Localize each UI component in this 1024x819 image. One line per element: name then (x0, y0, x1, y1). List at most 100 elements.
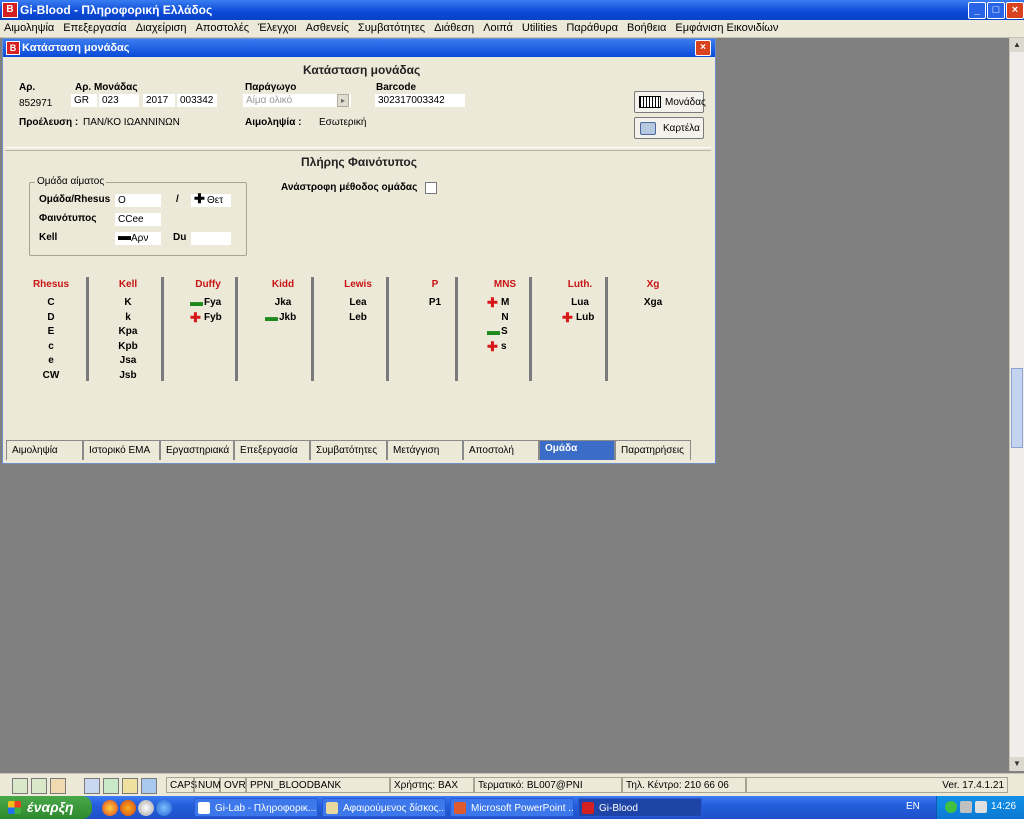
taskbar-item-removable-disk[interactable]: Αφαιρούμενος δίσκος... (322, 798, 446, 817)
menu-item-diaxeirisi[interactable]: Διαχείριση (132, 20, 192, 37)
start-label: έναρξη (27, 799, 74, 815)
unit-number-field[interactable]: 003342 (177, 94, 217, 107)
tab-ergastiriaka[interactable]: Εργαστηριακά (160, 440, 234, 460)
monadas-button[interactable]: Μονάδας (634, 91, 706, 113)
tray-icon-1[interactable] (945, 801, 957, 813)
antigen-name: c (48, 340, 54, 352)
unit-country-field[interactable]: GR (71, 94, 97, 107)
menu-item-voitheia[interactable]: Βοήθεια (623, 20, 671, 37)
antigen-name: k (125, 311, 131, 323)
scroll-down-icon[interactable]: ▼ (1010, 757, 1024, 771)
tab-paratiriseis[interactable]: Παρατηρήσεις (615, 440, 691, 460)
antigen-name: Lea (349, 297, 367, 308)
omada-field[interactable]: O (115, 194, 161, 207)
rhesus-field[interactable]: ✚ Θετ (191, 191, 231, 207)
internet-explorer-icon[interactable] (156, 800, 172, 816)
antigen-group-header: Kidd (271, 279, 295, 290)
antigen-name: N (501, 311, 509, 323)
toolbar-icon-4[interactable] (84, 778, 100, 794)
antigen-name: Lua (571, 297, 589, 308)
menu-item-loipa[interactable]: Λοιπά (479, 20, 518, 37)
minus-icon: ▬ (487, 323, 500, 338)
tab-omada[interactable]: Ομάδα (539, 440, 615, 460)
omada-label: Ομάδα/Rhesus (39, 194, 111, 205)
scroll-up-icon[interactable]: ▲ (1010, 38, 1024, 52)
toolbar-icon-5[interactable] (103, 778, 119, 794)
antigen-group-header: P (431, 279, 439, 290)
tab-aimolipsia[interactable]: Αιμοληψία (6, 440, 83, 460)
fainotypos-field[interactable]: CCee (115, 213, 161, 226)
browser-icon[interactable] (141, 778, 157, 794)
divider (5, 147, 711, 151)
kartela-button[interactable]: Καρτέλα (634, 117, 704, 139)
scrollbar-thumb[interactable] (1011, 368, 1023, 448)
child-title: Κατάσταση μονάδας (22, 42, 130, 54)
language-indicator[interactable]: EN (906, 801, 920, 812)
toolbar-icon-6[interactable] (122, 778, 138, 794)
antigen-item: E (21, 326, 81, 340)
paragogo-field[interactable]: Αίμα ολικό (243, 94, 351, 107)
kell-field[interactable]: ▬ Αρν (115, 229, 161, 245)
tab-epexergasia[interactable]: Επεξεργασία (234, 440, 310, 460)
user-status: Χρήστης: BAX (390, 777, 474, 793)
barcode-field[interactable]: 302317003342 (375, 94, 465, 107)
antigen-panel: Rhesus C D Ec e CW Kell Kk Kpa Kpb Jsa Jsb Duffy ▬ Fya… (3, 275, 715, 385)
tab-symvatotites[interactable]: Συμβατότητες (310, 440, 387, 460)
vertical-scrollbar[interactable]: ▲ ▼ (1009, 38, 1024, 771)
antigen-item: D (21, 312, 81, 326)
maximize-icon[interactable]: □ (987, 2, 1005, 19)
antigen-item: Kpa (98, 326, 158, 340)
menu-item-astheneis[interactable]: Ασθενείς (302, 20, 354, 37)
quick-launch-icon[interactable] (138, 800, 154, 816)
firefox-icon[interactable] (120, 800, 136, 816)
plus-icon: ✚ (194, 191, 205, 206)
menu-item-elegxoi[interactable]: Έλεγχοι (254, 20, 302, 37)
user-icon[interactable] (50, 778, 66, 794)
child-close-icon[interactable]: × (695, 40, 711, 56)
antigen-name: Lub (576, 311, 595, 323)
start-button[interactable]: έναρξη (0, 796, 92, 819)
taskbar-item-gi-lab[interactable]: Gi-Lab - Πληροφορικ... (194, 798, 318, 817)
close-icon[interactable]: × (1006, 2, 1024, 19)
menu-item-aimolipsia[interactable]: Αιμοληψία (0, 20, 59, 37)
menu-item-apostoles[interactable]: Αποστολές (192, 20, 254, 37)
menu-item-parathyra[interactable]: Παράθυρα (562, 20, 623, 37)
unit-year-field[interactable]: 2017 (143, 94, 175, 107)
menu-item-emfanisi-eikonidion[interactable]: Εμφάνιση Εικονιδίων (671, 20, 783, 37)
minimize-icon[interactable]: _ (968, 2, 986, 19)
antigen-item: Jsb (98, 370, 158, 384)
antigen-group-header: Luth. (567, 279, 593, 290)
antigen-item: Jka (253, 297, 313, 311)
taskbar-item-powerpoint[interactable]: Microsoft PowerPoint ... (450, 798, 574, 817)
plus-icon: ✚ (487, 295, 498, 310)
child-title-bar[interactable]: B Κατάσταση μονάδας × (3, 39, 715, 57)
tab-metaggisi[interactable]: Μετάγγιση (387, 440, 463, 460)
num-indicator: NUM (194, 777, 221, 793)
reverse-method-checkbox[interactable] (425, 182, 437, 194)
proeleusi-label: Προέλευση : (19, 117, 79, 128)
taskbar-item-label: Gi-Blood (599, 803, 638, 814)
antigen-name: e (48, 355, 54, 366)
ar-label: Αρ. (19, 82, 36, 93)
menu-item-utilities[interactable]: Utilities (518, 20, 562, 37)
antigen-name: Jkb (279, 311, 297, 323)
tray-icon-2[interactable] (960, 801, 972, 813)
menu-item-diathesi[interactable]: Διάθεση (430, 20, 479, 37)
tab-istoriko-ema[interactable]: Ιστορικό ΕΜΑ (83, 440, 160, 460)
unit-code-field[interactable]: 023 (99, 94, 139, 107)
menu-item-epexergasia[interactable]: Επεξεργασία (59, 20, 131, 37)
antigen-name: CW (42, 369, 60, 381)
antigen-name: Xga (643, 297, 663, 308)
chrome-icon[interactable] (102, 800, 118, 816)
toolbar-icon-2[interactable] (31, 778, 47, 794)
volume-icon[interactable] (975, 801, 987, 813)
toolbar-icon-1[interactable] (12, 778, 28, 794)
app-title-bar[interactable]: B Gi-Blood - Πληροφορική Ελλάδος _ □ × (0, 0, 1024, 20)
folder-icon (326, 802, 338, 814)
taskbar-item-gi-blood[interactable]: Gi-Blood (578, 798, 702, 817)
tab-apostoli[interactable]: Αποστολή (463, 440, 539, 460)
du-label: Du (173, 232, 187, 243)
paragogo-dropdown-icon[interactable]: ▸ (337, 94, 349, 107)
menu-item-symvatotites[interactable]: Συμβατότητες (354, 20, 430, 37)
du-field[interactable] (191, 232, 231, 245)
